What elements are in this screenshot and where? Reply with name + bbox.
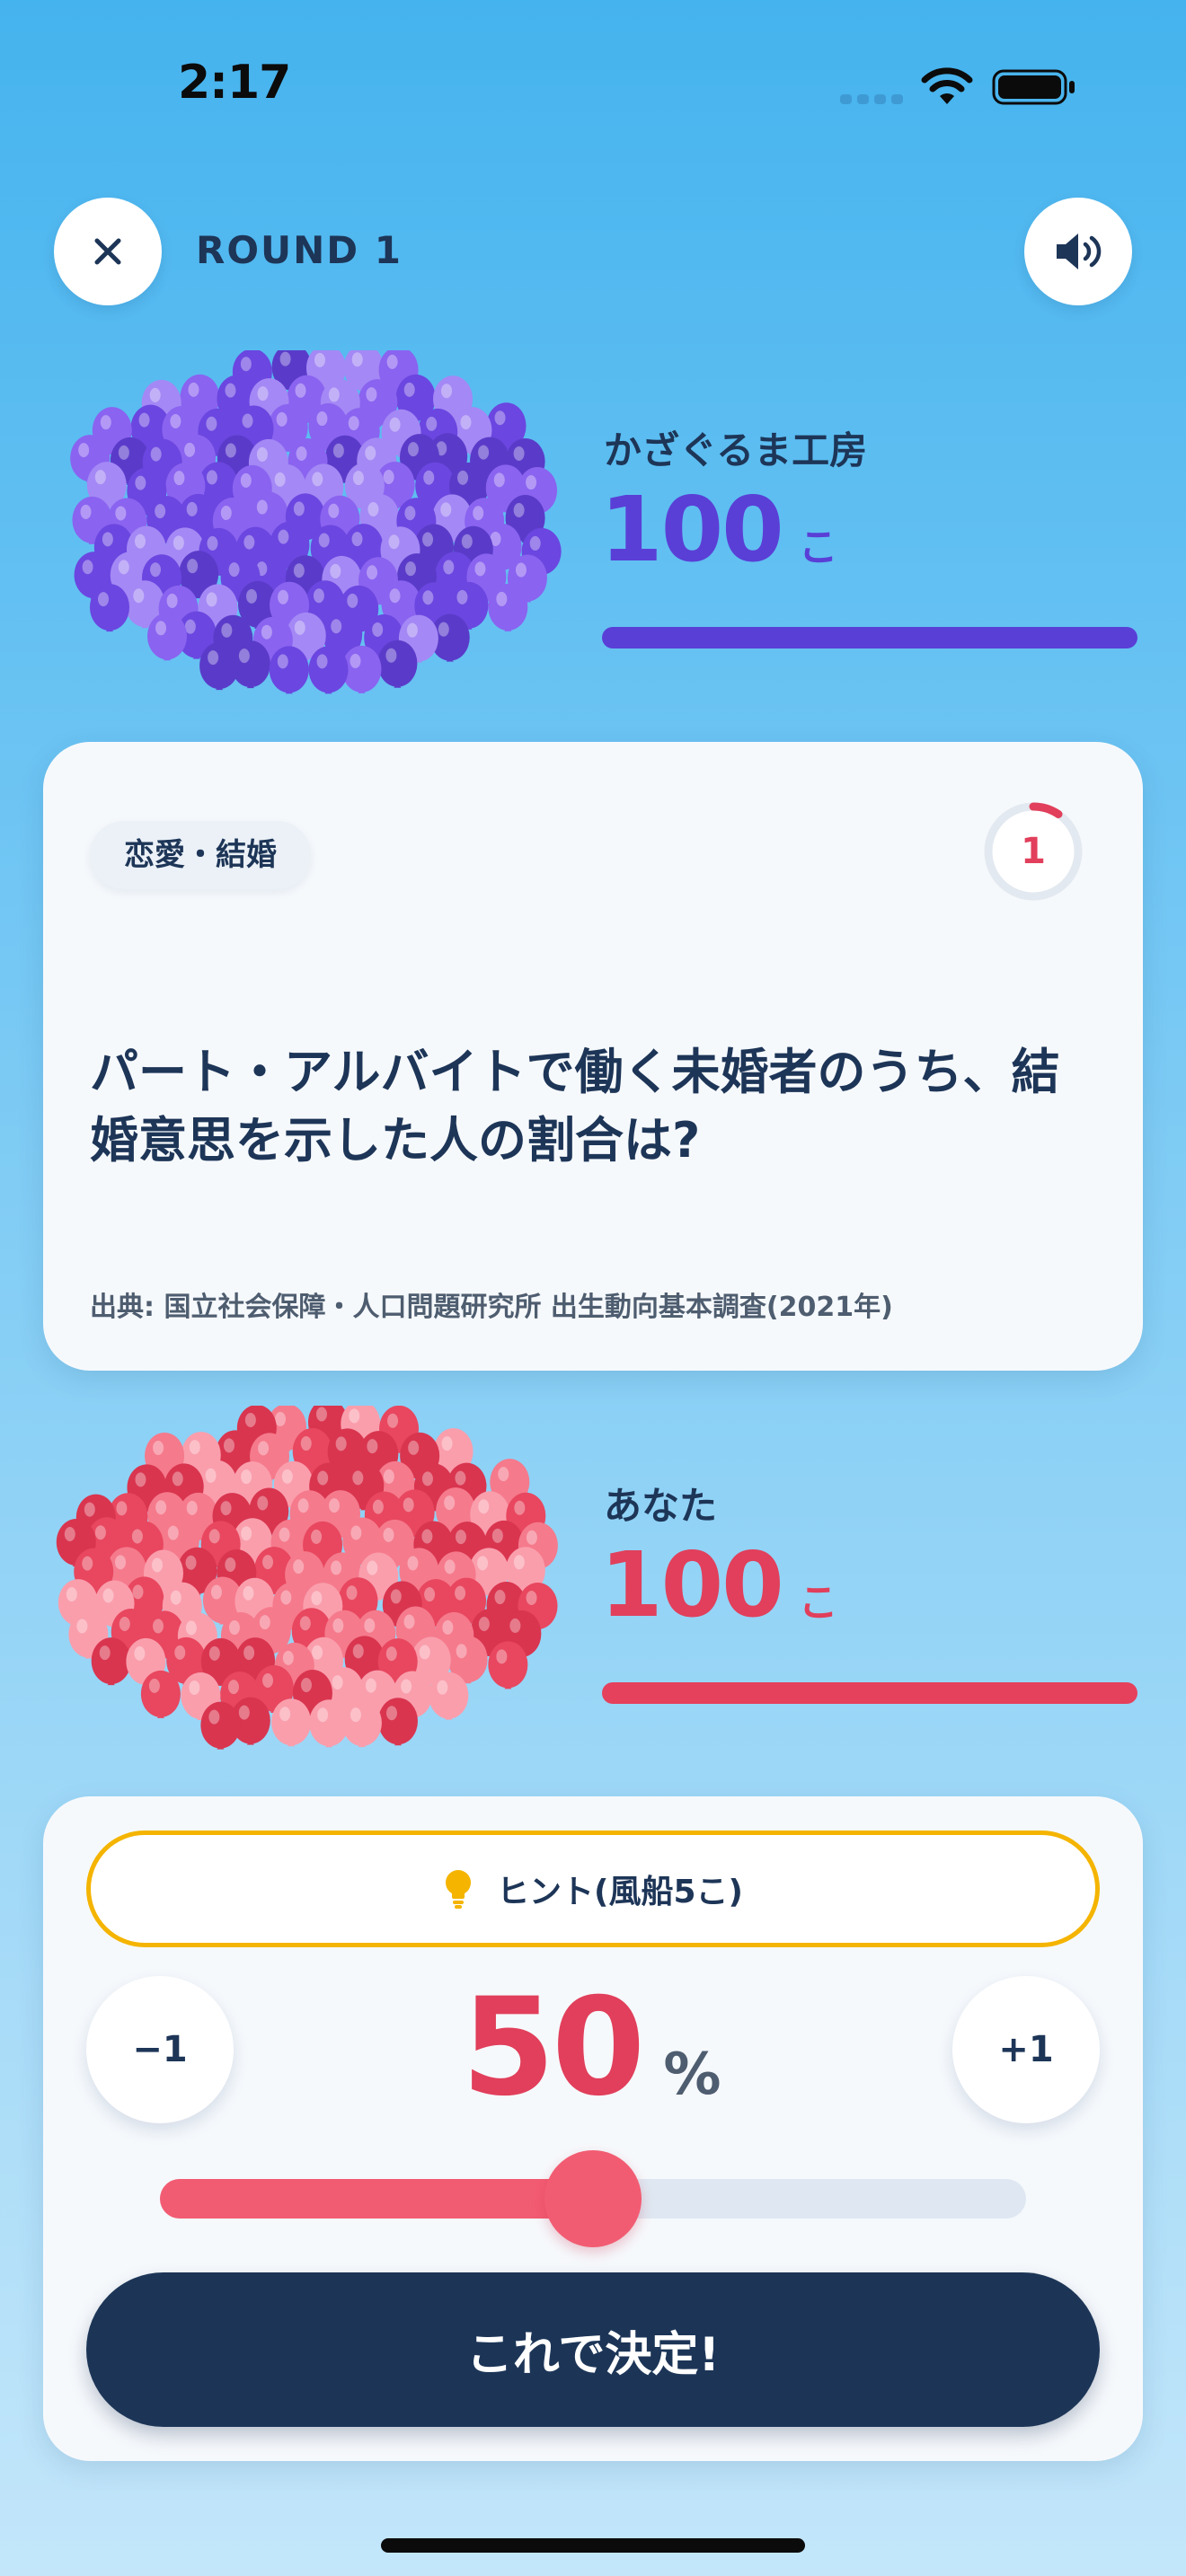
slider-thumb[interactable] <box>544 2150 642 2247</box>
player-panel: あなた 100 こ <box>0 1406 1186 1765</box>
signal-dots-icon <box>840 94 903 105</box>
cpu-balloon <box>90 584 130 632</box>
opponent-panel: かざぐるま工房 100 こ <box>0 350 1186 710</box>
cpu-balloon <box>269 646 309 694</box>
you-balloon <box>377 1698 418 1746</box>
timer-value: 1 <box>1021 831 1046 872</box>
player-balloon-bar <box>602 1682 1137 1704</box>
speaker-icon <box>1057 234 1102 269</box>
percent-slider[interactable] <box>160 2150 1026 2247</box>
cpu-balloon <box>199 642 240 691</box>
you-balloon <box>429 1672 469 1720</box>
plus-one-button[interactable]: +1 <box>952 1976 1100 2123</box>
answer-panel: ヒント(風船5こ) −1 50% +1 これで決定! <box>43 1796 1143 2461</box>
you-balloon <box>140 1670 181 1718</box>
opponent-balloon-unit: こ <box>798 525 838 570</box>
opponent-name: かざぐるま工房 <box>604 428 868 472</box>
opponent-balloon-bar <box>602 627 1137 648</box>
question-card: 恋愛・結婚 1 パート・アルバイトで働く未婚者のうち、結婚意思を示した人の割合は… <box>43 742 1143 1371</box>
cpu-balloon <box>308 646 349 694</box>
question-text: パート・アルバイトで働く未婚者のうち、結婚意思を示した人の割合は? <box>90 1044 1060 1169</box>
minus-one-button[interactable]: −1 <box>86 1976 234 2123</box>
opponent-balloon-count: 100 こ <box>600 485 838 575</box>
player-balloon-unit: こ <box>798 1580 838 1626</box>
cpu-balloon <box>488 583 528 631</box>
opponent-balloon-value: 100 <box>600 477 784 582</box>
cpu-balloon <box>377 640 418 688</box>
hint-label: ヒント(風船5こ) <box>497 1874 743 1910</box>
close-icon <box>94 238 121 265</box>
percent-value: 50 <box>461 1970 646 2126</box>
slider-fill <box>160 2179 593 2219</box>
battery-icon <box>992 69 1075 105</box>
opponent-balloon-cluster <box>70 350 562 694</box>
you-balloon <box>200 1701 241 1750</box>
percent-display: 50% <box>313 1981 870 2115</box>
round-header: ROUND 1 <box>0 198 1186 305</box>
player-balloon-count: 100 こ <box>600 1540 838 1630</box>
lightbulb-icon <box>446 1870 472 1909</box>
cpu-balloon <box>147 613 188 661</box>
hint-button[interactable]: ヒント(風船5こ) <box>86 1831 1100 1947</box>
source-text: 出典: 国立社会保障・人口問題研究所 出生動向基本調査(2021年) <box>90 1292 893 1323</box>
you-balloon <box>309 1699 350 1748</box>
wifi-icon <box>921 67 973 104</box>
close-button[interactable] <box>54 198 162 305</box>
you-balloon <box>488 1641 528 1689</box>
timer: 1 <box>979 798 1087 905</box>
player-balloon-value: 100 <box>600 1532 784 1637</box>
status-bar: 2:17 <box>0 0 1186 171</box>
status-time: 2:17 <box>178 56 291 110</box>
home-indicator <box>381 2538 805 2553</box>
player-balloon-cluster <box>56 1406 558 1750</box>
you-balloon <box>271 1698 312 1747</box>
percent-unit: % <box>663 2042 721 2108</box>
sound-button[interactable] <box>1024 198 1132 305</box>
confirm-button[interactable]: これで決定! <box>86 2272 1100 2427</box>
round-label: ROUND 1 <box>196 228 403 272</box>
player-name: あなた <box>604 1484 718 1528</box>
category-badge: 恋愛・結婚 <box>90 821 311 889</box>
you-balloon <box>91 1637 131 1686</box>
